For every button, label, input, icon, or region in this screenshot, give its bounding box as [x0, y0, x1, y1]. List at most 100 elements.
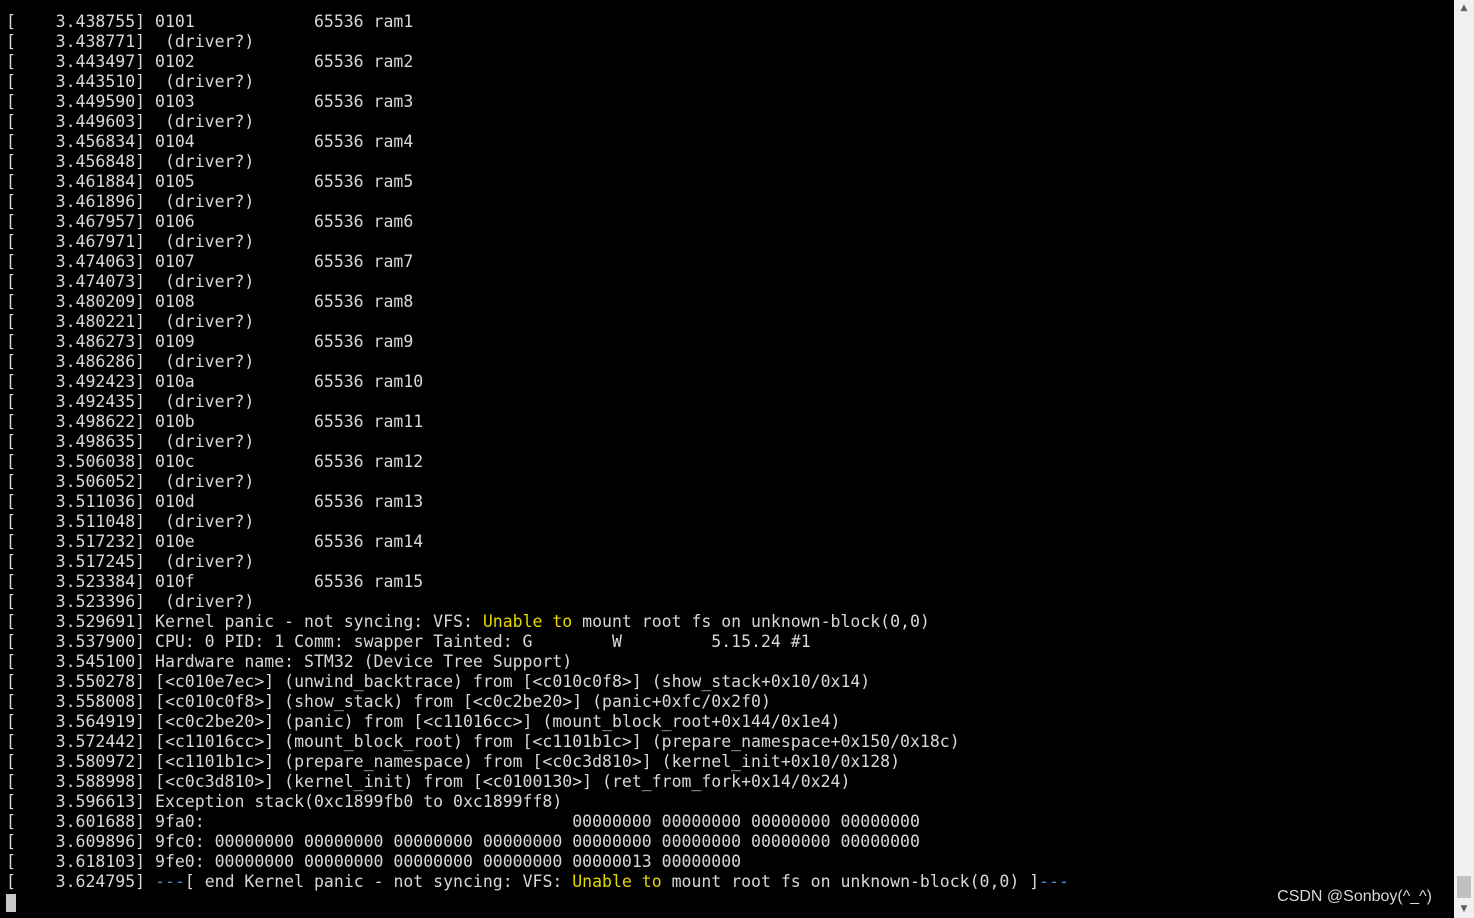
terminal-line: [ 3.523396] (driver?) — [6, 592, 1069, 612]
terminal-line: [ 3.558008] [<c010c0f8>] (show_stack) fr… — [6, 692, 1069, 712]
terminal-line: [ 3.580972] [<c1101b1c>] (prepare_namesp… — [6, 752, 1069, 772]
terminal-line: [ 3.474063] 0107 65536 ram7 — [6, 252, 1069, 272]
line-text: [ 3.456834] 0104 65536 ram4 — [6, 132, 414, 151]
terminal-line: [ 3.467971] (driver?) — [6, 232, 1069, 252]
line-text: [ 3.474073] (driver?) — [6, 272, 255, 291]
line-text: [ 3.480209] 0108 65536 ram8 — [6, 292, 414, 311]
line-text: [ end Kernel panic - not syncing: VFS: — [184, 872, 573, 891]
line-text: [ 3.498622] 010b 65536 ram11 — [6, 412, 424, 431]
line-text: [ 3.467971] (driver?) — [6, 232, 255, 251]
line-text: [ 3.550278] [<c010e7ec>] (unwind_backtra… — [6, 672, 871, 691]
line-text: [ 3.564919] [<c0c2be20>] (panic) from [<… — [6, 712, 841, 731]
line-text: [ 3.438771] (driver?) — [6, 32, 255, 51]
line-text: [ 3.498635] (driver?) — [6, 432, 255, 451]
terminal-line: [ 3.456848] (driver?) — [6, 152, 1069, 172]
terminal-line: [ 3.596613] Exception stack(0xc1899fb0 t… — [6, 792, 1069, 812]
line-text: [ 3.609896] 9fc0: 00000000 00000000 0000… — [6, 832, 920, 851]
terminal-line: [ 3.438755] 0101 65536 ram1 — [6, 12, 1069, 32]
terminal-line: [ 3.511036] 010d 65536 ram13 — [6, 492, 1069, 512]
terminal-line: [ 3.498622] 010b 65536 ram11 — [6, 412, 1069, 432]
terminal-line: [ 3.550278] [<c010e7ec>] (unwind_backtra… — [6, 672, 1069, 692]
line-text: [ 3.467957] 0106 65536 ram6 — [6, 212, 414, 231]
terminal-line: [ 3.609896] 9fc0: 00000000 00000000 0000… — [6, 832, 1069, 852]
terminal-line: [ 3.545100] Hardware name: STM32 (Device… — [6, 652, 1069, 672]
line-text: [ 3.461884] 0105 65536 ram5 — [6, 172, 414, 191]
line-text: mount root fs on unknown-block(0,0) ] — [661, 872, 1040, 891]
terminal-line: [ 3.588998] [<c0c3d810>] (kernel_init) f… — [6, 772, 1069, 792]
line-text: [ 3.474063] 0107 65536 ram7 — [6, 252, 414, 271]
terminal-line: [ 3.449603] (driver?) — [6, 112, 1069, 132]
line-text: [ 3.492435] (driver?) — [6, 392, 255, 411]
terminal-line: [ 3.498635] (driver?) — [6, 432, 1069, 452]
terminal-line: [ 3.480209] 0108 65536 ram8 — [6, 292, 1069, 312]
terminal-line: [ 3.461896] (driver?) — [6, 192, 1069, 212]
terminal-line: [ 3.492435] (driver?) — [6, 392, 1069, 412]
terminal-line: [ 3.474073] (driver?) — [6, 272, 1069, 292]
line-text: [ 3.596613] Exception stack(0xc1899fb0 t… — [6, 792, 563, 811]
highlighted-text: --- — [155, 872, 185, 891]
line-text: [ 3.443497] 0102 65536 ram2 — [6, 52, 414, 71]
terminal-line: [ 3.438771] (driver?) — [6, 32, 1069, 52]
line-text: [ 3.456848] (driver?) — [6, 152, 255, 171]
line-text: [ 3.523396] (driver?) — [6, 592, 255, 611]
line-text: [ 3.511036] 010d 65536 ram13 — [6, 492, 424, 511]
line-text: [ 3.618103] 9fe0: 00000000 00000000 0000… — [6, 852, 742, 871]
terminal-line: [ 3.624795] ---[ end Kernel panic - not … — [6, 872, 1069, 892]
line-text: [ 3.558008] [<c010c0f8>] (show_stack) fr… — [6, 692, 771, 711]
line-text: [ 3.517232] 010e 65536 ram14 — [6, 532, 424, 551]
terminal-line: [ 3.486286] (driver?) — [6, 352, 1069, 372]
terminal-line: [ 3.564919] [<c0c2be20>] (panic) from [<… — [6, 712, 1069, 732]
terminal-line: [ 3.456834] 0104 65536 ram4 — [6, 132, 1069, 152]
terminal-line: [ 3.467957] 0106 65536 ram6 — [6, 212, 1069, 232]
line-text: [ 3.449590] 0103 65536 ram3 — [6, 92, 414, 111]
watermark: CSDN @Sonboy(^_^) — [1277, 888, 1432, 905]
terminal-window[interactable]: [ 3.438755] 0101 65536 ram1[ 3.438771] (… — [0, 0, 1454, 918]
highlighted-text: Unable to — [482, 612, 573, 631]
line-text: [ 3.449603] (driver?) — [6, 112, 255, 131]
highlighted-text: --- — [1039, 872, 1069, 891]
terminal-line: [ 3.449590] 0103 65536 ram3 — [6, 92, 1069, 112]
terminal-line: [ 3.529691] Kernel panic - not syncing: … — [6, 612, 1069, 632]
line-text: [ 3.572442] [<c11016cc>] (mount_block_ro… — [6, 732, 960, 751]
line-text: [ 3.443510] (driver?) — [6, 72, 255, 91]
terminal-line: [ 3.517232] 010e 65536 ram14 — [6, 532, 1069, 552]
terminal-line: [ 3.517245] (driver?) — [6, 552, 1069, 572]
line-text: [ 3.517245] (driver?) — [6, 552, 255, 571]
terminal-line: [ 3.572442] [<c11016cc>] (mount_block_ro… — [6, 732, 1069, 752]
terminal-line: [ 3.601688] 9fa0: 00000000 00000000 0000… — [6, 812, 1069, 832]
line-text: mount root fs on unknown-block(0,0) — [572, 612, 930, 631]
line-text: [ 3.511048] (driver?) — [6, 512, 255, 531]
line-text: [ 3.529691] Kernel panic - not syncing: … — [6, 612, 483, 631]
line-text: [ 3.624795] — [6, 872, 156, 891]
terminal-output: [ 3.438755] 0101 65536 ram1[ 3.438771] (… — [6, 12, 1069, 892]
line-text: [ 3.480221] (driver?) — [6, 312, 255, 331]
line-text: [ 3.506038] 010c 65536 ram12 — [6, 452, 424, 471]
terminal-line: [ 3.537900] CPU: 0 PID: 1 Comm: swapper … — [6, 632, 1069, 652]
terminal-line: [ 3.486273] 0109 65536 ram9 — [6, 332, 1069, 352]
line-text: [ 3.580972] [<c1101b1c>] (prepare_namesp… — [6, 752, 901, 771]
terminal-line: [ 3.443510] (driver?) — [6, 72, 1069, 92]
line-text: [ 3.588998] [<c0c3d810>] (kernel_init) f… — [6, 772, 851, 791]
line-text: [ 3.545100] Hardware name: STM32 (Device… — [6, 652, 573, 671]
terminal-line: [ 3.511048] (driver?) — [6, 512, 1069, 532]
line-text: [ 3.461896] (driver?) — [6, 192, 255, 211]
scroll-up-arrow-icon[interactable]: ▲ — [1454, 0, 1474, 17]
vertical-scrollbar[interactable]: ▲ ▼ — [1454, 0, 1474, 918]
highlighted-text: Unable to — [572, 872, 662, 891]
terminal-line: [ 3.618103] 9fe0: 00000000 00000000 0000… — [6, 852, 1069, 872]
line-text: [ 3.438755] 0101 65536 ram1 — [6, 12, 414, 31]
terminal-line: [ 3.506052] (driver?) — [6, 472, 1069, 492]
line-text: [ 3.601688] 9fa0: 00000000 00000000 0000… — [6, 812, 920, 831]
line-text: [ 3.506052] (driver?) — [6, 472, 255, 491]
terminal-line: [ 3.443497] 0102 65536 ram2 — [6, 52, 1069, 72]
terminal-line: [ 3.506038] 010c 65536 ram12 — [6, 452, 1069, 472]
line-text: [ 3.537900] CPU: 0 PID: 1 Comm: swapper … — [6, 632, 811, 651]
terminal-cursor — [6, 894, 16, 912]
line-text: [ 3.486273] 0109 65536 ram9 — [6, 332, 414, 351]
line-text: [ 3.523384] 010f 65536 ram15 — [6, 572, 424, 591]
terminal-line: [ 3.523384] 010f 65536 ram15 — [6, 572, 1069, 592]
line-text: [ 3.486286] (driver?) — [6, 352, 255, 371]
terminal-line: [ 3.492423] 010a 65536 ram10 — [6, 372, 1069, 392]
scroll-down-arrow-icon[interactable]: ▼ — [1454, 901, 1474, 918]
scrollbar-thumb[interactable] — [1457, 876, 1471, 898]
